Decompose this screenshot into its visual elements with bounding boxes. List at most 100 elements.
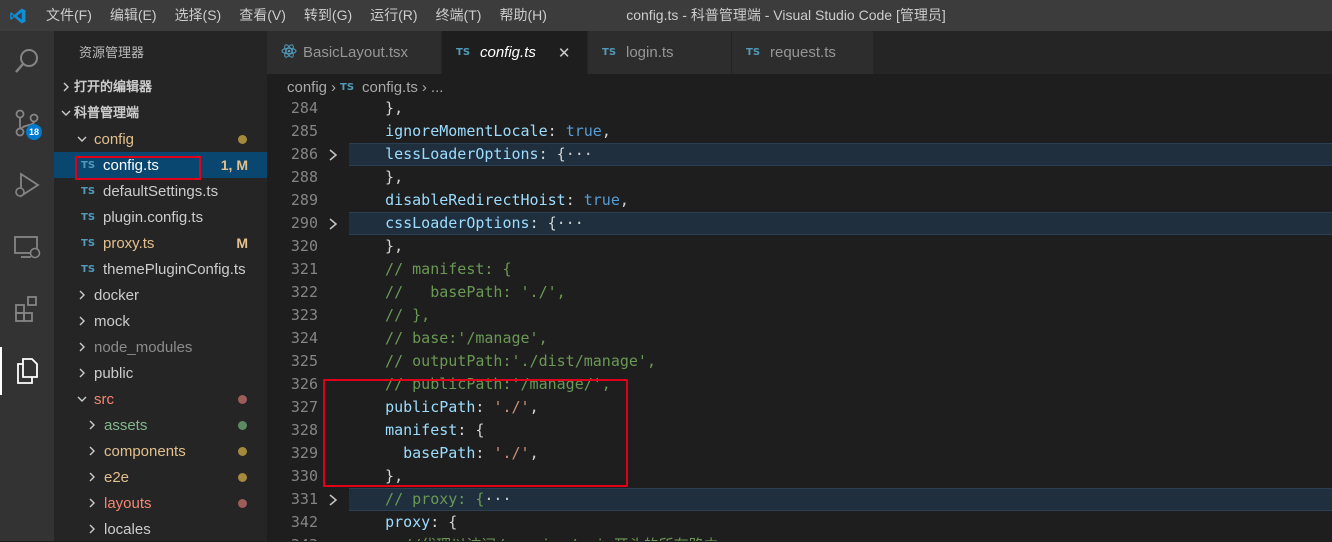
- tree-item-label: proxy.ts: [103, 234, 155, 252]
- tree-item[interactable]: node_modules: [54, 334, 267, 360]
- code-text: disableRedirectHoist: true,: [367, 189, 629, 212]
- project-section[interactable]: 科普管理端: [54, 100, 267, 126]
- react-file-icon: [281, 43, 297, 63]
- tab-label: BasicLayout.tsx: [303, 44, 409, 61]
- tree-item[interactable]: TS proxy.ts M: [54, 230, 267, 256]
- tree-item-label: config.ts: [103, 156, 159, 174]
- close-icon[interactable]: ✕: [558, 44, 571, 62]
- open-editors-section[interactable]: 打开的编辑器: [54, 74, 267, 100]
- tree-item[interactable]: e2e: [54, 464, 267, 490]
- extensions-icon[interactable]: [0, 285, 54, 333]
- menu-item[interactable]: 查看(V): [230, 0, 295, 31]
- tab-config-ts[interactable]: TS config.ts ✕: [442, 31, 588, 74]
- tree-item-label: node_modules: [94, 338, 193, 356]
- tree-item[interactable]: config: [54, 126, 267, 152]
- code-text: },: [367, 166, 403, 189]
- fold-chevron-icon[interactable]: [327, 143, 341, 166]
- code-token: './': [493, 398, 530, 416]
- tree-item[interactable]: TS config.ts 1, M: [54, 152, 267, 178]
- code-token: : {: [430, 513, 458, 531]
- code-line: 342 proxy: {: [267, 511, 1332, 534]
- search-icon[interactable]: [0, 37, 54, 85]
- menu-item[interactable]: 终端(T): [427, 0, 491, 31]
- git-status-dot: [238, 394, 247, 404]
- tree-item[interactable]: src: [54, 386, 267, 412]
- chevron-right-icon: [74, 316, 90, 326]
- run-debug-icon[interactable]: [0, 161, 54, 209]
- tab-basiclayout-tsx[interactable]: BasicLayout.tsx: [267, 31, 442, 74]
- tree-item-label: locales: [104, 520, 151, 538]
- tab-request-ts[interactable]: TS request.ts: [732, 31, 874, 74]
- tree-item[interactable]: components: [54, 438, 267, 464]
- code-text: // manifest: {: [367, 258, 511, 281]
- tree-item[interactable]: locales: [54, 516, 267, 542]
- line-number: 331: [290, 490, 318, 508]
- code-token: disableRedirectHoist: [385, 191, 566, 209]
- code-text: //代理以访问/service/api 开头的所有路由: [367, 534, 718, 541]
- tree-item[interactable]: TS defaultSettings.ts: [54, 178, 267, 204]
- code-line: 323 // },: [267, 304, 1332, 327]
- fold-chevron-icon[interactable]: [327, 212, 341, 235]
- tree-item[interactable]: docker: [54, 282, 267, 308]
- code-text: // basePath: './',: [367, 281, 566, 304]
- code-text: },: [367, 465, 403, 488]
- chevron-right-icon: ›: [331, 79, 337, 96]
- tree-item[interactable]: layouts: [54, 490, 267, 516]
- code-token: // base:'/manage',: [367, 329, 548, 347]
- code-line: 326 // publicPath:'/manage/',: [267, 373, 1332, 396]
- code-editor[interactable]: 284 }, 285 ignoreMomentLocale: true, 286 l…: [267, 101, 1332, 541]
- code-text: // proxy: {···: [367, 488, 511, 511]
- code-token: :: [475, 444, 494, 462]
- breadcrumb-more[interactable]: ...: [431, 79, 444, 96]
- line-number: 285: [290, 122, 318, 140]
- menu-item[interactable]: 文件(F): [36, 0, 101, 31]
- chevron-down-icon: [58, 108, 74, 118]
- line-number: 343: [267, 534, 318, 541]
- source-control-icon[interactable]: 18: [0, 99, 54, 147]
- menu-item[interactable]: 选择(S): [166, 0, 231, 31]
- git-status-badge: 1, M: [220, 157, 248, 173]
- menu-item[interactable]: 编辑(E): [101, 0, 166, 31]
- code-line: 328 manifest: {: [267, 419, 1332, 442]
- menu-item[interactable]: 运行(R): [361, 0, 426, 31]
- fold-chevron-icon[interactable]: [327, 488, 341, 511]
- line-number: 323: [290, 306, 318, 324]
- menu-item[interactable]: 帮助(H): [490, 0, 555, 31]
- explorer-icon[interactable]: [0, 347, 54, 395]
- menu-item[interactable]: 转到(G): [295, 0, 361, 31]
- chevron-right-icon: [84, 472, 100, 482]
- line-number: 320: [290, 237, 318, 255]
- code-text: },: [367, 235, 403, 258]
- tree-item[interactable]: TS themePluginConfig.ts: [54, 256, 267, 282]
- code-token: },: [367, 101, 404, 117]
- code-line: 325 // outputPath:'./dist/manage',: [267, 350, 1332, 373]
- tree-item[interactable]: public: [54, 360, 267, 386]
- remote-explorer-icon[interactable]: [0, 223, 54, 271]
- code-token: // outputPath:'./dist/manage',: [367, 352, 656, 370]
- tree-item-label: public: [94, 364, 134, 382]
- line-number: 284: [290, 101, 318, 117]
- tree-item[interactable]: assets: [54, 412, 267, 438]
- line-number: 325: [290, 352, 318, 370]
- tree-item[interactable]: mock: [54, 308, 267, 334]
- breadcrumb-folder[interactable]: config: [287, 79, 327, 96]
- tab-login-ts[interactable]: TS login.ts: [588, 31, 732, 74]
- code-line: 286 lessLoaderOptions: {···: [267, 143, 1332, 166]
- chevron-right-icon: [84, 446, 100, 456]
- typescript-file-icon: TS: [81, 159, 96, 171]
- vscode-logo-icon: [0, 0, 36, 31]
- breadcrumb-file[interactable]: config.ts: [362, 79, 418, 96]
- chevron-right-icon: [74, 290, 90, 300]
- code-text: proxy: {: [367, 511, 457, 534]
- code-text: ignoreMomentLocale: true,: [367, 120, 611, 143]
- tree-item[interactable]: TS plugin.config.ts: [54, 204, 267, 230]
- chevron-right-icon: [74, 342, 90, 352]
- code-line: 285 ignoreMomentLocale: true,: [267, 120, 1332, 143]
- code-text: lessLoaderOptions: {···: [367, 143, 593, 166]
- line-number: 330: [290, 467, 318, 485]
- code-token: manifest: [385, 421, 458, 439]
- code-line: 289 disableRedirectHoist: true,: [267, 189, 1332, 212]
